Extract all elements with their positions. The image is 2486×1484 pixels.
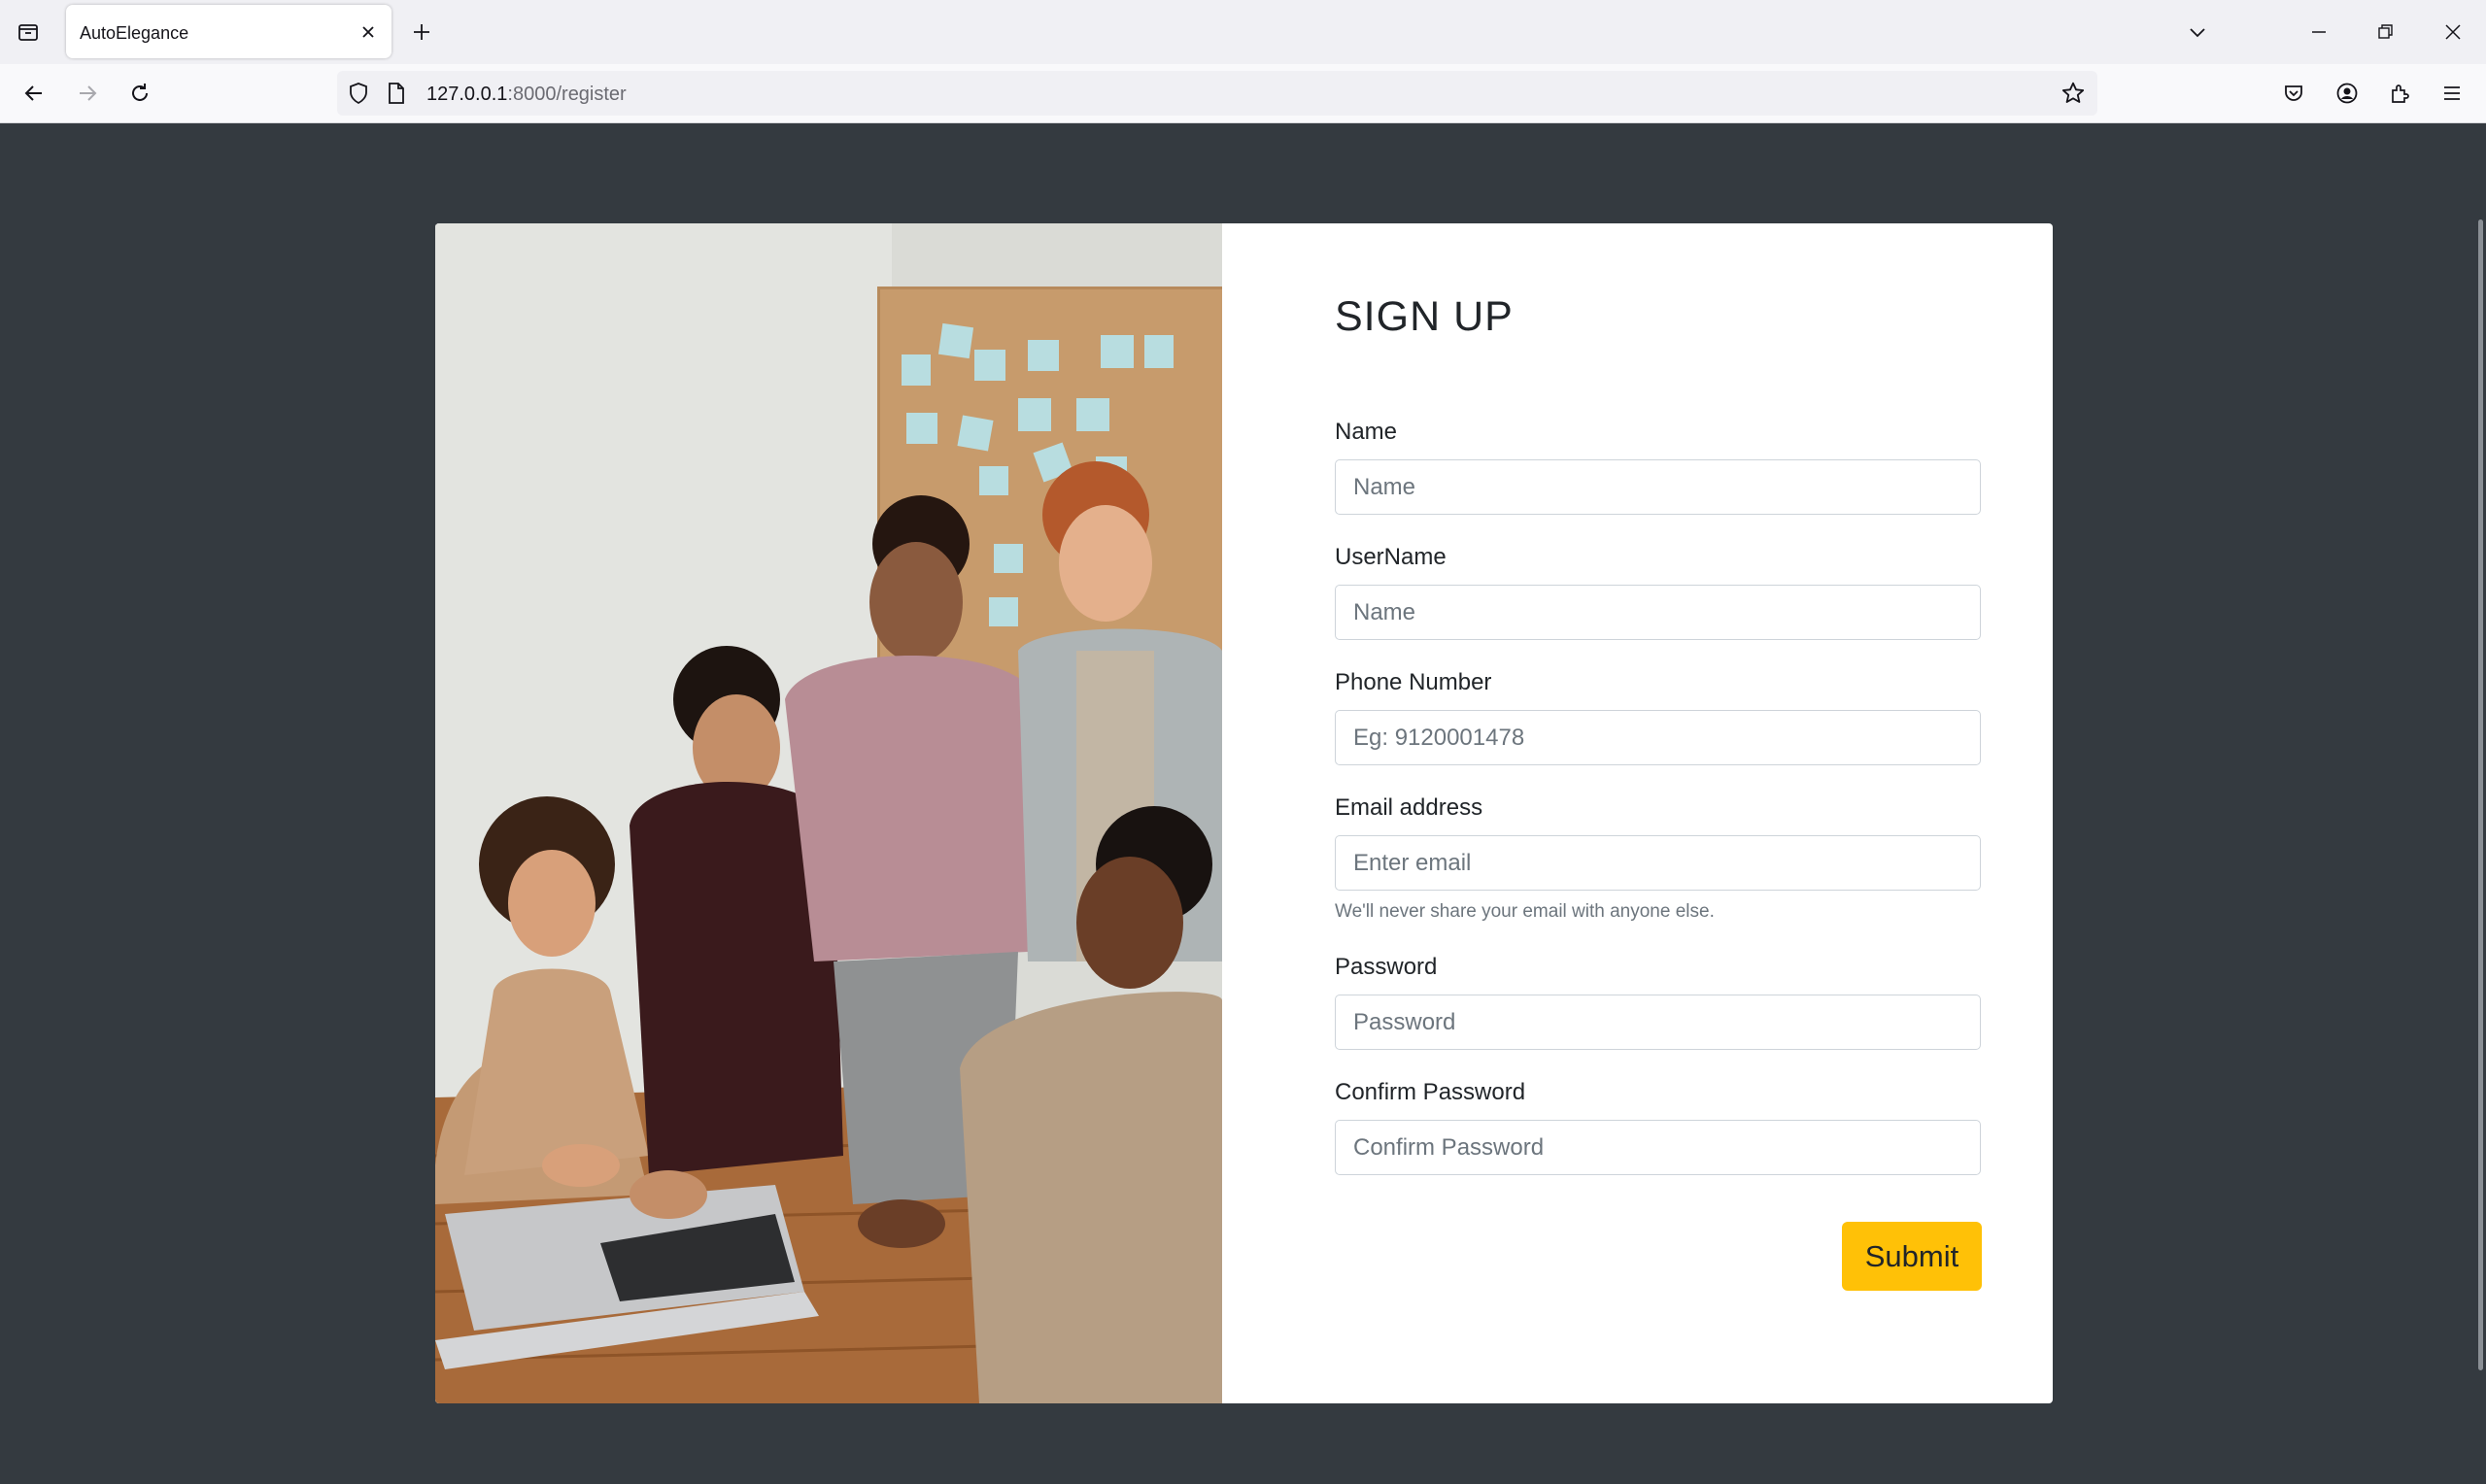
- form-heading: SIGN UP: [1335, 293, 1514, 340]
- forward-arrow-icon[interactable]: [70, 76, 105, 111]
- new-tab-icon[interactable]: [406, 17, 437, 48]
- name-label: Name: [1335, 419, 1398, 445]
- page-icon: [386, 82, 407, 110]
- url-path: :8000/register: [507, 84, 627, 105]
- username-label: UserName: [1335, 544, 1447, 570]
- restore-icon[interactable]: [2369, 16, 2402, 49]
- tab-title: AutoElegance: [80, 23, 189, 43]
- browser-nav-bar: 127.0.0.1:8000/register: [0, 64, 2486, 123]
- account-icon[interactable]: [2330, 76, 2365, 111]
- shield-icon[interactable]: [347, 82, 370, 110]
- minimize-icon[interactable]: [2302, 16, 2335, 49]
- signup-card: SIGN UP Name UserName Phone Number Email…: [435, 223, 2053, 1403]
- url-host: 127.0.0.1: [426, 84, 508, 105]
- phone-label: Phone Number: [1335, 669, 1492, 695]
- extensions-icon[interactable]: [2382, 76, 2417, 111]
- name-input[interactable]: [1335, 459, 1981, 515]
- browser-tab[interactable]: AutoElegance: [66, 5, 392, 58]
- browser-tab-bar: AutoElegance: [0, 0, 2486, 64]
- confirm-password-label: Confirm Password: [1335, 1079, 1526, 1105]
- page-scrollbar[interactable]: [2478, 219, 2483, 1370]
- close-tab-icon[interactable]: [357, 20, 380, 44]
- confirm-password-input[interactable]: [1335, 1120, 1981, 1175]
- address-bar[interactable]: 127.0.0.1:8000/register: [337, 71, 2097, 116]
- url-text[interactable]: 127.0.0.1:8000/register: [426, 84, 627, 106]
- email-help-text: We'll never share your email with anyone…: [1335, 901, 1715, 922]
- pocket-icon[interactable]: [2276, 76, 2311, 111]
- phone-input[interactable]: [1335, 710, 1981, 765]
- team-photo: [435, 223, 1222, 1403]
- reload-icon[interactable]: [122, 76, 157, 111]
- bookmark-star-icon[interactable]: [2060, 81, 2086, 111]
- password-input[interactable]: [1335, 995, 1981, 1050]
- close-window-icon[interactable]: [2436, 16, 2469, 49]
- tab-list-icon[interactable]: [12, 16, 45, 49]
- email-input[interactable]: [1335, 835, 1981, 891]
- password-label: Password: [1335, 954, 1438, 980]
- submit-button[interactable]: Submit: [1842, 1222, 1982, 1291]
- chevron-down-icon[interactable]: [2181, 16, 2214, 49]
- email-label: Email address: [1335, 794, 1483, 821]
- menu-icon[interactable]: [2435, 76, 2469, 111]
- back-arrow-icon[interactable]: [17, 76, 51, 111]
- username-input[interactable]: [1335, 585, 1981, 640]
